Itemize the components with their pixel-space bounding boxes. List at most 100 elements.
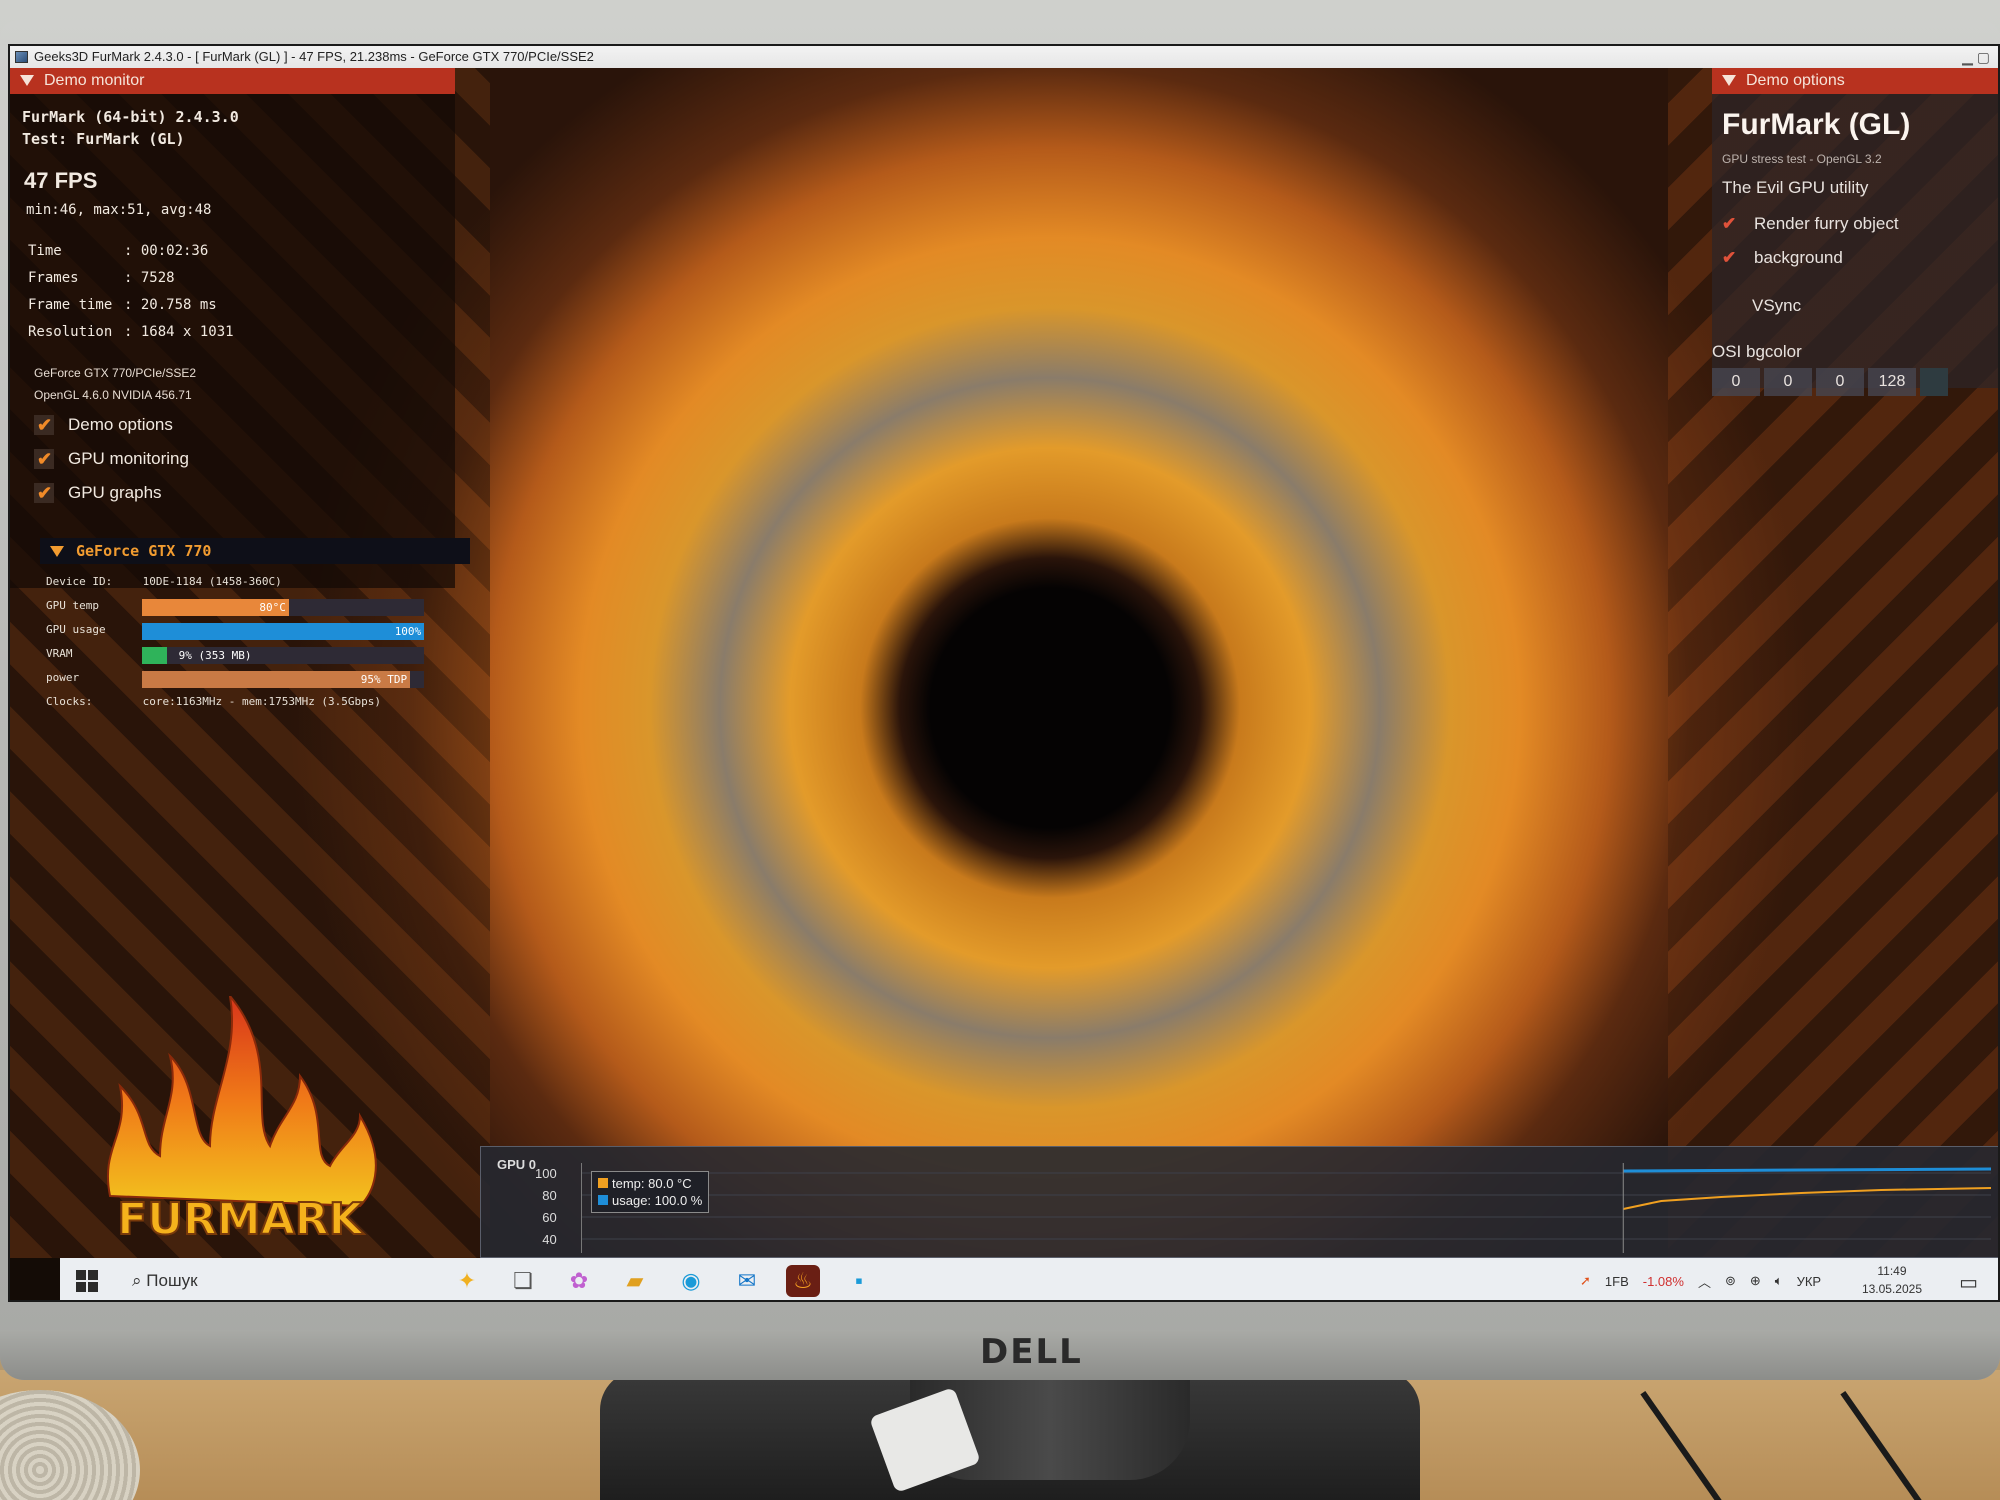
dell-logo: DELL xyxy=(980,1332,1083,1372)
graph-plot xyxy=(581,1163,1991,1253)
clocks-value: core:1163MHz - mem:1753MHz (3.5Gbps) xyxy=(142,695,382,708)
edge-browser-icon[interactable]: ◉ xyxy=(674,1265,708,1297)
search-icon: ⌕ xyxy=(132,1271,142,1290)
stock-change[interactable]: -1.08% xyxy=(1643,1274,1684,1289)
graph-title: GPU 0 xyxy=(497,1157,537,1172)
clocks-row: Clocks: core:1163MHz - mem:1753MHz (3.5G… xyxy=(46,690,470,714)
chevron-up-icon[interactable]: ︿ xyxy=(1698,1272,1711,1291)
stock-icon: ➚ xyxy=(1580,1273,1591,1288)
axis-tick: 80 xyxy=(542,1188,557,1203)
bgcolor-g-input[interactable]: 0 xyxy=(1764,368,1812,396)
vram-bar: 9% (353 MB) xyxy=(142,647,424,664)
gpu-header-title: GeForce GTX 770 xyxy=(76,542,212,560)
notification-icon[interactable]: ▭ xyxy=(1959,1270,1978,1295)
power-bar: 95% TDP xyxy=(142,671,424,688)
checkbox-render-furry[interactable]: ✔ Render furry object xyxy=(1722,214,1899,234)
options-subtitle: GPU stress test - OpenGL 3.2 xyxy=(1722,152,1882,166)
legend-swatch xyxy=(598,1178,608,1188)
stat-row: Time: 00:02:36 xyxy=(28,243,209,259)
bgcolor-a-input[interactable]: 128 xyxy=(1868,368,1916,396)
gpu-usage-bar: 100% xyxy=(142,623,424,640)
app-icon xyxy=(15,51,28,63)
gpu-temp-bar: 80°C xyxy=(142,599,424,616)
window-titlebar[interactable]: Geeks3D FurMark 2.4.3.0 - [ FurMark (GL)… xyxy=(10,46,1998,68)
gpu-rows: Device ID: 10DE-1184 (1458-360C) GPU tem… xyxy=(40,564,470,714)
globe-icon[interactable]: ⊕ xyxy=(1750,1273,1761,1289)
system-tray: ➚ 1FB -1.08% ︿ ⊚ ⊕ 🔈︎ УКР xyxy=(1580,1258,1822,1300)
checkbox-box[interactable]: ✔ xyxy=(34,415,54,435)
bar-text: 95% TDP xyxy=(360,673,408,686)
temp-series-line xyxy=(1623,1187,1991,1210)
windows-start-icon[interactable] xyxy=(76,1270,98,1292)
device-id-row: Device ID: 10DE-1184 (1458-360C) xyxy=(46,570,470,594)
checkbox-gpu-monitoring[interactable]: ✔ GPU monitoring xyxy=(34,442,189,476)
gpu-graph-panel: GPU 0 100 80 60 40 temp: 80.0 °C usage: … xyxy=(480,1146,1998,1258)
vram-row: VRAM 9% (353 MB) xyxy=(46,642,470,666)
app-info: FurMark (64-bit) 2.4.3.0 Test: FurMark (… xyxy=(22,106,239,150)
stat-row: Frame time: 20.758 ms xyxy=(28,297,217,313)
demo-options-panel: Demo options FurMark (GL) GPU stress tes… xyxy=(1712,68,1998,396)
checkbox-box[interactable]: ✔ xyxy=(34,483,54,503)
bgcolor-swatch[interactable] xyxy=(1920,368,1948,396)
bar-fill xyxy=(142,623,424,640)
copilot-sparkle-icon[interactable]: ✦ xyxy=(450,1265,484,1297)
checkmark-icon: ✔ xyxy=(1722,248,1737,267)
options-tagline: The Evil GPU utility xyxy=(1722,178,1869,197)
furmark-taskbar-icon[interactable]: ♨ xyxy=(786,1265,820,1297)
window-controls[interactable]: ▁ ▢ xyxy=(1962,46,1990,68)
outlook-icon[interactable]: ✉ xyxy=(730,1265,764,1297)
language-indicator[interactable]: УКР xyxy=(1797,1274,1822,1289)
axis-tick: 100 xyxy=(535,1166,557,1181)
demo-options-header[interactable]: Demo options xyxy=(1712,68,1998,94)
collapse-triangle-icon[interactable] xyxy=(1722,75,1736,86)
checkbox-box[interactable]: ✔ xyxy=(34,449,54,469)
axis-tick: 60 xyxy=(542,1210,557,1225)
fps-minmax: min:46, max:51, avg:48 xyxy=(26,202,212,218)
row-label: GPU usage xyxy=(46,623,106,636)
stock-ticker[interactable]: 1FB xyxy=(1605,1274,1629,1289)
gpu-name: GeForce GTX 770/PCIe/SSE2 xyxy=(34,366,197,380)
row-label: VRAM xyxy=(46,647,73,660)
device-id: 10DE-1184 (1458-360C) xyxy=(142,575,282,588)
checkbox-background[interactable]: ✔ background xyxy=(1722,248,1843,268)
demo-monitor-header[interactable]: Demo monitor xyxy=(10,68,455,94)
fps-readout: 47 FPS xyxy=(24,168,98,193)
checkbox-demo-options[interactable]: ✔ Demo options xyxy=(34,408,189,442)
checkbox-gpu-graphs[interactable]: ✔ GPU graphs xyxy=(34,476,189,510)
graph-y-axis: 100 80 60 40 xyxy=(535,1163,557,1251)
options-app-title: FurMark (GL) xyxy=(1722,108,1911,141)
monitor-checkboxes: ✔ Demo options ✔ GPU monitoring ✔ GPU gr… xyxy=(34,408,189,510)
row-label: Device ID: xyxy=(46,575,113,588)
gpu-header[interactable]: GeForce GTX 770 xyxy=(40,538,470,564)
gpu-monitoring-section: GeForce GTX 770 Device ID: 10DE-1184 (14… xyxy=(40,538,470,714)
axis-tick: 40 xyxy=(542,1232,557,1247)
demo-monitor-panel: Demo monitor FurMark (64-bit) 2.4.3.0 Te… xyxy=(10,68,455,588)
stat-row: Resolution: 1684 x 1031 xyxy=(28,324,234,340)
taskbar-apps: ✦ ❏ ✿ ▰ ◉ ✉ ♨ ▪ xyxy=(450,1265,876,1297)
checkmark-icon: ✔ xyxy=(1722,214,1737,233)
collapse-triangle-icon[interactable] xyxy=(20,75,34,86)
network-icon[interactable]: ⊚ xyxy=(1725,1273,1736,1289)
app-taskbar-icon[interactable]: ▪ xyxy=(842,1265,876,1297)
task-view-icon[interactable]: ❏ xyxy=(506,1265,540,1297)
clock[interactable]: 11:49 13.05.2025 xyxy=(1862,1262,1922,1298)
collapse-triangle-icon[interactable] xyxy=(50,546,64,557)
screen: Geeks3D FurMark 2.4.3.0 - [ FurMark (GL)… xyxy=(8,44,2000,1302)
bar-text: 100% xyxy=(394,625,422,638)
taskbar-search[interactable]: ⌕ Пошук xyxy=(132,1271,198,1291)
volume-icon[interactable]: 🔈︎ xyxy=(1775,1273,1783,1289)
bgcolor-label: OSI bgcolor xyxy=(1712,342,1802,361)
test-name: Test: FurMark (GL) xyxy=(22,130,185,148)
clock-date: 13.05.2025 xyxy=(1861,1282,1922,1296)
furmark-logo: FURMARK xyxy=(106,996,377,1246)
bgcolor-b-input[interactable]: 0 xyxy=(1816,368,1864,396)
checkbox-vsync[interactable]: VSync xyxy=(1752,296,1801,316)
checkmark-icon: ✔ xyxy=(37,415,53,435)
usage-series-line xyxy=(1623,1167,1991,1173)
search-placeholder: Пошук xyxy=(146,1271,198,1290)
copilot-icon[interactable]: ✿ xyxy=(562,1265,596,1297)
legend-item: usage: 100.0 % xyxy=(598,1192,702,1209)
demo-options-title: Demo options xyxy=(1746,72,1845,89)
bgcolor-r-input[interactable]: 0 xyxy=(1712,368,1760,396)
file-explorer-icon[interactable]: ▰ xyxy=(618,1265,652,1297)
